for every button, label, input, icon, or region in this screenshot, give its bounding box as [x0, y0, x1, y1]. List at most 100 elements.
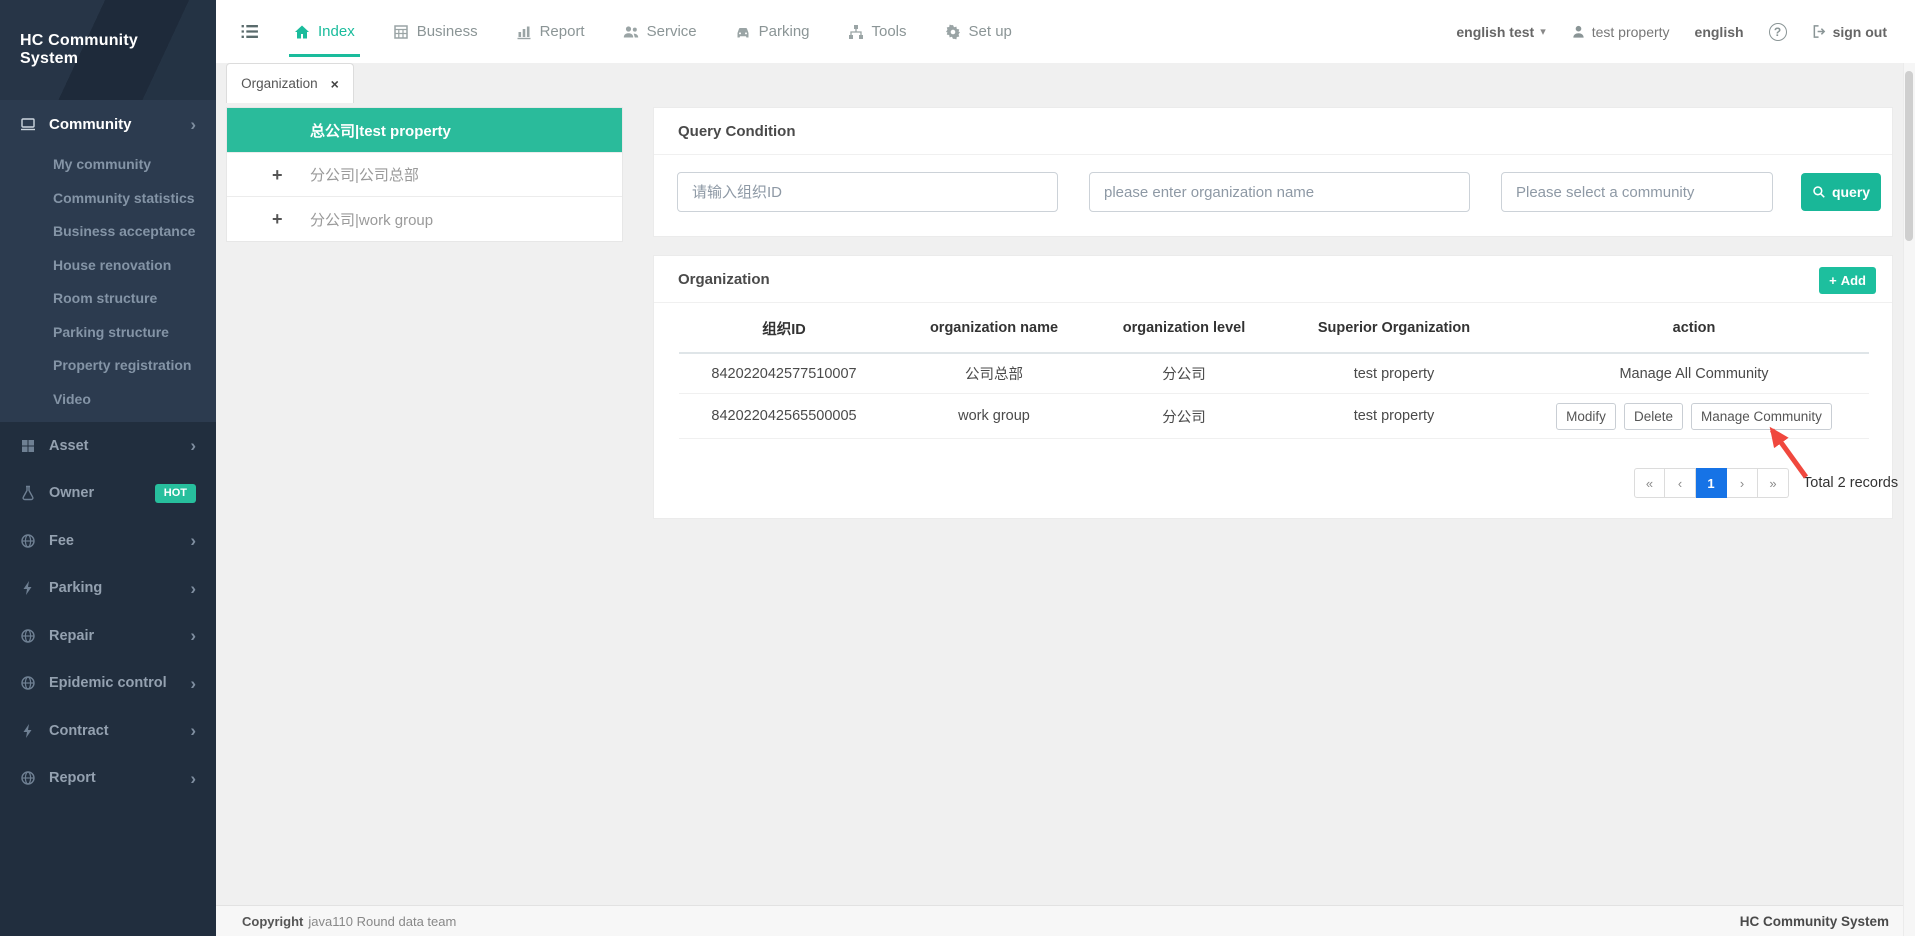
header-right: english test ▾ test property english ? s… [1456, 23, 1915, 41]
menu-toggle-icon[interactable] [240, 23, 259, 40]
col-header-org-level: organization level [1099, 320, 1269, 336]
sign-out-button[interactable]: sign out [1812, 24, 1887, 40]
nav-label: Business [417, 23, 478, 40]
community-select-input[interactable] [1501, 172, 1773, 212]
page-prev-button[interactable]: ‹ [1665, 468, 1696, 498]
sidebar-item-house-renovation[interactable]: House renovation [0, 249, 216, 283]
close-icon[interactable]: × [331, 76, 339, 92]
org-name-input[interactable] [1089, 172, 1470, 212]
bolt-icon [20, 580, 36, 596]
delete-button[interactable]: Delete [1624, 403, 1683, 430]
tree-item-branch-workgroup[interactable]: + 分公司|work group [227, 197, 622, 241]
app-logo: HC Community System [0, 0, 216, 100]
tree-item-label: 分公司|公司总部 [310, 164, 419, 185]
sidebar-item-owner[interactable]: Owner HOT [0, 470, 216, 518]
query-button[interactable]: query [1801, 173, 1881, 211]
add-button-label: Add [1841, 273, 1866, 288]
tab-label: Organization [241, 76, 318, 91]
current-user-label: test property [1592, 24, 1670, 40]
sidebar-item-my-community[interactable]: My community [0, 148, 216, 182]
community-switcher-dropdown[interactable]: english test ▾ [1456, 24, 1545, 40]
sidebar-item-repair[interactable]: Repair › [0, 612, 216, 660]
org-id-input[interactable] [677, 172, 1058, 212]
community-switcher-label: english test [1456, 24, 1534, 40]
top-header: Index Business Report Service Parking [216, 0, 1915, 63]
page-1-button[interactable]: 1 [1696, 468, 1727, 498]
copyright-label: Copyright [242, 914, 303, 929]
home-icon [294, 24, 310, 40]
sidebar: HC Community System Community › My commu… [0, 0, 216, 936]
modify-button[interactable]: Modify [1556, 403, 1616, 430]
sidebar-item-epidemic-control[interactable]: Epidemic control › [0, 660, 216, 708]
tab-business[interactable]: Business [374, 0, 497, 63]
nav-label: Set up [969, 23, 1012, 40]
grid-icon [20, 438, 36, 454]
tab-tools[interactable]: Tools [829, 0, 926, 63]
gear-icon [945, 24, 961, 40]
nav-label: Index [318, 23, 355, 40]
expand-plus-icon[interactable]: + [272, 210, 286, 228]
chevron-right-icon: › [190, 532, 196, 549]
hot-badge: HOT [155, 484, 196, 503]
cell-org-level: 分公司 [1099, 363, 1269, 384]
col-header-org-name: organization name [889, 320, 1099, 336]
cell-superior: test property [1269, 366, 1519, 382]
chevron-right-icon: › [190, 437, 196, 454]
scrollbar-thumb[interactable] [1905, 71, 1913, 241]
top-nav: Index Business Report Service Parking [275, 0, 1031, 63]
sidebar-item-report[interactable]: Report › [0, 755, 216, 803]
sidebar-item-parking-structure[interactable]: Parking structure [0, 316, 216, 350]
language-switcher[interactable]: english [1695, 24, 1744, 40]
add-button[interactable]: + Add [1819, 267, 1876, 294]
tab-organization[interactable]: Organization × [226, 63, 354, 103]
chevron-right-icon: › [190, 116, 196, 133]
sidebar-item-room-structure[interactable]: Room structure [0, 282, 216, 316]
sidebar-item-label: Epidemic control [49, 675, 167, 691]
globe-icon [20, 770, 36, 786]
tab-report[interactable]: Report [497, 0, 604, 63]
table-row: 842022042577510007 公司总部 分公司 test propert… [679, 354, 1869, 394]
tree-item-branch-hq[interactable]: + 分公司|公司总部 [227, 153, 622, 197]
page-next-button[interactable]: › [1727, 468, 1758, 498]
sidebar-item-video[interactable]: Video [0, 383, 216, 417]
chevron-right-icon: › [190, 722, 196, 739]
pagination: « ‹ 1 › » Total 2 records [1634, 468, 1898, 498]
tab-parking[interactable]: Parking [716, 0, 829, 63]
footer: Copyright java110 Round data team HC Com… [216, 905, 1915, 936]
sidebar-item-label: Owner [49, 485, 94, 501]
current-user[interactable]: test property [1571, 24, 1670, 40]
globe-icon [20, 675, 36, 691]
globe-icon [20, 533, 36, 549]
footer-brand: HC Community System [1740, 914, 1889, 929]
tree-item-root[interactable]: 总公司|test property [227, 108, 622, 153]
query-condition-panel: Query Condition query [653, 107, 1893, 237]
sign-out-label: sign out [1833, 24, 1887, 40]
tree-item-label: 分公司|work group [310, 209, 433, 230]
expand-plus-icon[interactable]: + [272, 166, 286, 184]
sidebar-item-parking[interactable]: Parking › [0, 565, 216, 613]
cell-org-name: work group [889, 408, 1099, 424]
nav-label: Service [647, 23, 697, 40]
sidebar-item-fee[interactable]: Fee › [0, 517, 216, 565]
users-icon [623, 24, 639, 40]
scrollbar-track[interactable] [1903, 63, 1915, 936]
sidebar-item-contract[interactable]: Contract › [0, 707, 216, 755]
sidebar-item-community-statistics[interactable]: Community statistics [0, 182, 216, 216]
sidebar-item-business-acceptance[interactable]: Business acceptance [0, 215, 216, 249]
caret-down-icon: ▾ [1540, 25, 1546, 38]
tab-set-up[interactable]: Set up [926, 0, 1031, 63]
sidebar-item-community[interactable]: Community › [0, 100, 216, 148]
page-last-button[interactable]: » [1758, 468, 1789, 498]
sidebar-item-label: Community [49, 116, 132, 133]
laptop-icon [20, 116, 36, 132]
help-icon[interactable]: ? [1769, 23, 1787, 41]
tab-index[interactable]: Index [275, 0, 374, 63]
page-first-button[interactable]: « [1634, 468, 1665, 498]
sidebar-item-property-registration[interactable]: Property registration [0, 349, 216, 383]
tab-service[interactable]: Service [604, 0, 716, 63]
sidebar-item-label: Asset [49, 438, 89, 454]
car-icon [735, 24, 751, 40]
manage-community-button[interactable]: Manage Community [1691, 403, 1832, 430]
panel-title: Organization [654, 256, 1892, 303]
sidebar-item-asset[interactable]: Asset › [0, 422, 216, 470]
